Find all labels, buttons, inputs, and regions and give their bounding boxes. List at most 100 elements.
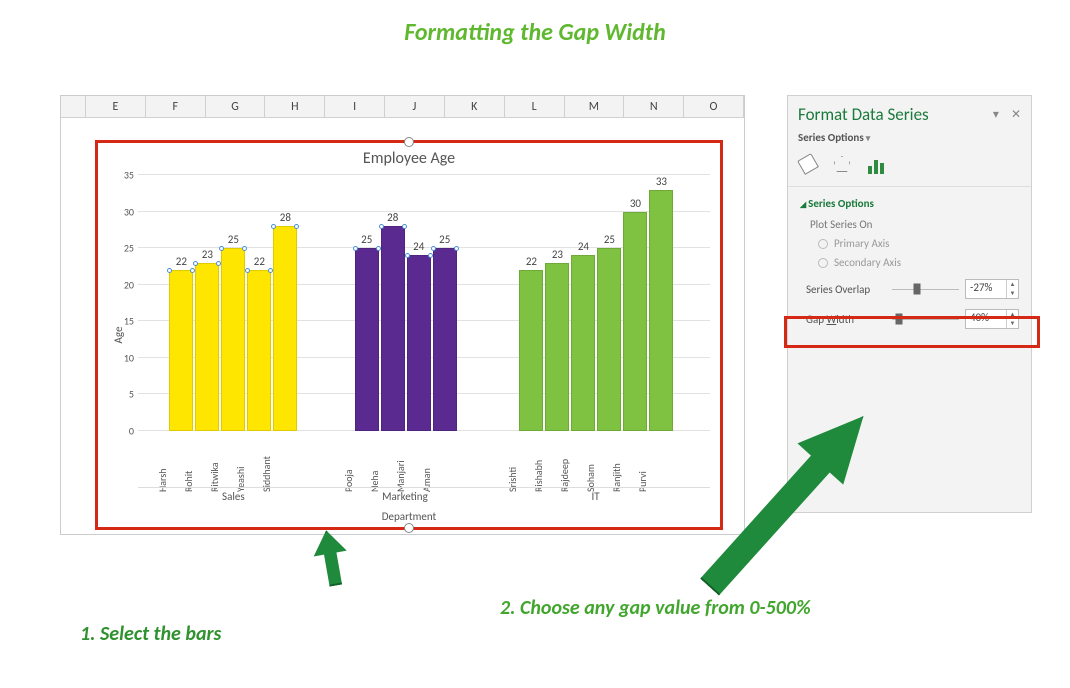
- y-ticks: 05101520253035: [114, 175, 134, 431]
- column-header[interactable]: I: [325, 96, 385, 117]
- dept-label: IT: [481, 487, 710, 505]
- y-tick-label: 0: [114, 425, 134, 438]
- pane-options-dropdown-icon[interactable]: ▾: [993, 107, 999, 122]
- gap-width-input[interactable]: 40% ▲▼: [965, 309, 1019, 329]
- data-bar[interactable]: 28: [381, 226, 405, 431]
- y-tick-label: 15: [114, 315, 134, 328]
- y-tick-label: 35: [114, 169, 134, 182]
- column-header[interactable]: L: [505, 96, 565, 117]
- pane-subtitle[interactable]: Series Options: [788, 129, 1031, 152]
- column-header[interactable]: E: [86, 96, 146, 117]
- data-label: 23: [202, 248, 213, 261]
- grid-body: Employee Age Age 05101520253035 22232522…: [61, 118, 744, 534]
- y-tick-label: 30: [114, 205, 134, 218]
- data-label: 22: [176, 255, 187, 268]
- chart-object-selected[interactable]: Employee Age Age 05101520253035 22232522…: [95, 140, 723, 530]
- column-header[interactable]: H: [265, 96, 325, 117]
- x-axis-label: Department: [98, 510, 720, 523]
- column-header[interactable]: M: [565, 96, 625, 117]
- data-label: 25: [228, 233, 239, 246]
- series-overlap-input[interactable]: -27% ▲▼: [965, 279, 1019, 299]
- section-heading[interactable]: Series Options: [800, 197, 1019, 210]
- data-bar[interactable]: 25: [221, 248, 245, 431]
- secondary-axis-label: Secondary Axis: [834, 256, 901, 269]
- spreadsheet-area: EFGHIJKLMNO Employee Age Age 05101520253…: [60, 95, 745, 535]
- arrow-annotation-2: [740, 350, 970, 580]
- series-overlap-label: Series Overlap: [806, 283, 886, 296]
- data-bar[interactable]: 24: [571, 255, 595, 431]
- data-bar[interactable]: 33: [649, 190, 673, 431]
- fill-line-icon[interactable]: [800, 156, 820, 176]
- secondary-axis-radio: Secondary Axis: [818, 256, 1019, 269]
- column-header[interactable]: O: [684, 96, 744, 117]
- cat-group: HarshRohitRitwikaYeashiSiddhant: [138, 433, 329, 483]
- data-bar[interactable]: 25: [355, 248, 379, 431]
- data-bar[interactable]: 23: [195, 263, 219, 431]
- spinner-icon[interactable]: ▲▼: [1006, 310, 1018, 328]
- data-label: 22: [254, 255, 265, 268]
- gap-width-value: 40%: [970, 311, 989, 324]
- y-tick-label: 25: [114, 242, 134, 255]
- data-bar[interactable]: 25: [433, 248, 457, 431]
- data-label: 30: [630, 197, 641, 210]
- data-label: 22: [526, 255, 537, 268]
- data-bar[interactable]: 22: [519, 270, 543, 431]
- column-headers: EFGHIJKLMNO: [61, 96, 744, 118]
- y-tick-label: 20: [114, 278, 134, 291]
- annotation-step2: 2. Choose any gap value from 0-500%: [500, 596, 811, 620]
- gap-width-row: Gap Width 40% ▲▼: [806, 309, 1019, 329]
- category-labels: HarshRohitRitwikaYeashiSiddhantPoojaNeha…: [138, 433, 710, 483]
- annotation-step1: 1. Select the bars: [80, 622, 221, 646]
- data-label: 23: [552, 248, 563, 261]
- data-label: 24: [578, 240, 589, 253]
- chart-title[interactable]: Employee Age: [98, 143, 720, 170]
- arrow-annotation-1: [310, 530, 352, 586]
- data-label: 28: [280, 211, 291, 224]
- close-icon[interactable]: ✕: [1011, 107, 1021, 122]
- data-bar[interactable]: 23: [545, 263, 569, 431]
- primary-axis-label: Primary Axis: [834, 237, 889, 250]
- column-header[interactable]: G: [206, 96, 266, 117]
- bars-container[interactable]: 222325222825282425222324253033: [138, 175, 710, 431]
- series-overlap-row: Series Overlap -27% ▲▼: [806, 279, 1019, 299]
- y-tick-label: 5: [114, 388, 134, 401]
- column-header[interactable]: J: [385, 96, 445, 117]
- data-bar[interactable]: 30: [623, 212, 647, 431]
- cat-group: SrishtiRishabhRajdeepSohamRanjithPurvi: [483, 433, 710, 483]
- data-bar[interactable]: 24: [407, 255, 431, 431]
- pane-header: Format Data Series ▾ ✕: [788, 96, 1031, 129]
- corner-cell: [61, 96, 86, 117]
- series-options-section: Series Options Plot Series On Primary Ax…: [788, 187, 1031, 339]
- column-header[interactable]: K: [445, 96, 505, 117]
- data-bar[interactable]: 22: [169, 270, 193, 431]
- data-bar[interactable]: 22: [247, 270, 271, 431]
- plot-series-on-label: Plot Series On: [810, 218, 1019, 231]
- spinner-icon[interactable]: ▲▼: [1006, 280, 1018, 298]
- pane-tab-icons: [788, 152, 1031, 187]
- series-options-icon[interactable]: [868, 156, 888, 176]
- data-label: 33: [656, 175, 667, 188]
- group-labels: SalesMarketingIT: [138, 487, 710, 505]
- dept-label: Marketing: [329, 487, 482, 505]
- data-bar[interactable]: 28: [273, 226, 297, 431]
- dept-group: 2223252228: [138, 175, 329, 431]
- cat-group: PoojaNehaManjariAman: [329, 433, 483, 483]
- effects-icon[interactable]: [834, 156, 854, 176]
- radio-icon: [818, 239, 828, 249]
- column-header[interactable]: F: [146, 96, 206, 117]
- data-label: 25: [361, 233, 372, 246]
- gap-width-label: Gap Width: [806, 313, 886, 326]
- data-label: 24: [413, 240, 424, 253]
- series-overlap-value: -27%: [970, 281, 992, 294]
- page-heading: Formatting the Gap Width: [0, 18, 1070, 47]
- data-bar[interactable]: 25: [597, 248, 621, 431]
- plot-area[interactable]: 05101520253035 2223252228252824252223242…: [138, 175, 710, 431]
- data-label: 25: [604, 233, 615, 246]
- primary-axis-radio: Primary Axis: [818, 237, 1019, 250]
- column-header[interactable]: N: [624, 96, 684, 117]
- gap-width-slider[interactable]: [892, 312, 959, 326]
- dept-group: 25282425: [329, 175, 483, 431]
- y-tick-label: 10: [114, 351, 134, 364]
- radio-icon: [818, 258, 828, 268]
- series-overlap-slider[interactable]: [892, 282, 959, 296]
